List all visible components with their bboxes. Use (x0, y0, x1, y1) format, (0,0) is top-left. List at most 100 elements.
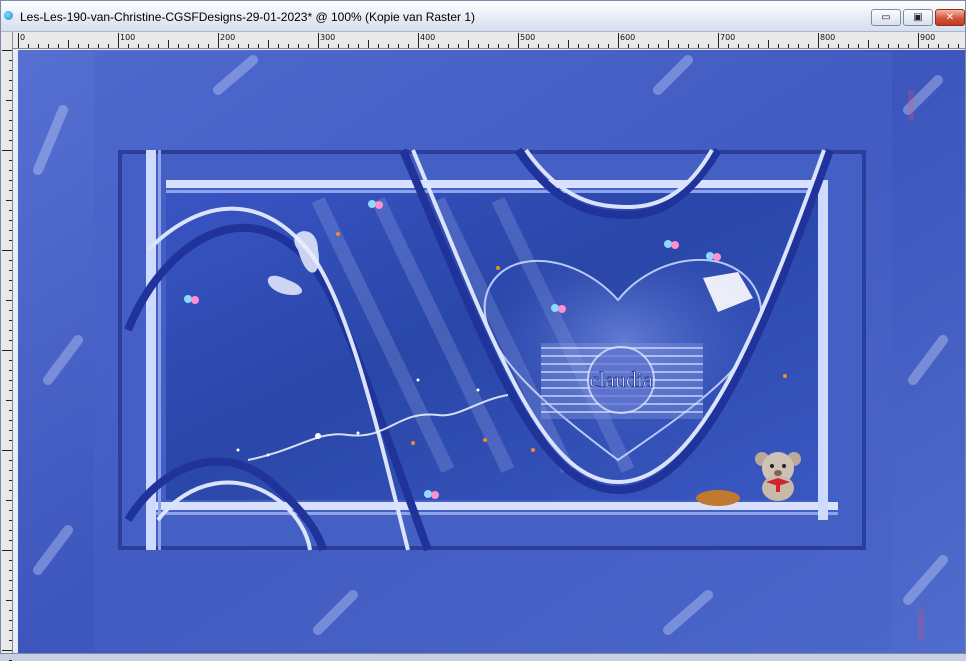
ruler-tick (368, 40, 369, 48)
ruler-tick (2, 250, 12, 251)
ruler-tick (868, 40, 869, 48)
ruler-tick (718, 33, 719, 48)
ruler-tick (68, 40, 69, 48)
ruler-tick (618, 33, 619, 48)
ruler-tick (658, 44, 659, 48)
ruler-tick (9, 340, 12, 341)
ruler-tick (58, 44, 59, 48)
ruler-tick (9, 390, 12, 391)
ruler-tick (2, 550, 12, 551)
ruler-tick (438, 44, 439, 48)
ruler-tick (228, 44, 229, 48)
ruler-tick (9, 440, 12, 441)
ruler-tick (698, 44, 699, 48)
ruler-tick (9, 90, 12, 91)
ruler-tick (9, 70, 12, 71)
ruler-tick (188, 44, 189, 48)
ruler-label: 800 (820, 33, 836, 42)
ruler-tick (6, 200, 12, 201)
ruler-tick (9, 410, 12, 411)
ruler-tick (48, 44, 49, 48)
ruler-tick (488, 44, 489, 48)
ruler-tick (518, 33, 519, 48)
ruler-tick (9, 140, 12, 141)
ruler-tick (108, 44, 109, 48)
ruler-label: 600 (620, 33, 636, 42)
ruler-tick (248, 44, 249, 48)
ruler-tick (6, 600, 12, 601)
ruler-tick (9, 430, 12, 431)
ruler-tick (9, 530, 12, 531)
ruler-tick (348, 44, 349, 48)
ruler-tick (238, 44, 239, 48)
ruler-tick (6, 100, 12, 101)
artwork: claudia (18, 50, 965, 653)
ruler-tick (918, 33, 919, 48)
ruler-tick (38, 44, 39, 48)
ruler-tick (2, 650, 12, 651)
ruler-tick (2, 50, 12, 51)
close-button[interactable]: ✕ (935, 9, 965, 26)
ruler-tick (268, 40, 269, 48)
ruler-tick (948, 44, 949, 48)
ruler-tick (28, 44, 29, 48)
ruler-tick (9, 180, 12, 181)
ruler-label: 0 (20, 33, 26, 42)
ruler-tick (738, 44, 739, 48)
minimize-button[interactable]: ▭ (871, 9, 901, 26)
ruler-tick (498, 44, 499, 48)
ruler-tick (9, 160, 12, 161)
ruler-tick (9, 470, 12, 471)
ruler-tick (958, 44, 959, 48)
ruler-tick (9, 570, 12, 571)
ruler-tick (9, 240, 12, 241)
ruler-tick (9, 170, 12, 171)
ruler-tick (18, 33, 19, 48)
ruler-tick (898, 44, 899, 48)
ruler-tick (278, 44, 279, 48)
ruler-tick (6, 500, 12, 501)
ruler-tick (9, 360, 12, 361)
ruler-tick (648, 44, 649, 48)
ruler-tick (178, 44, 179, 48)
ruler-tick (578, 44, 579, 48)
ruler-tick (638, 44, 639, 48)
ruler-label: 900 (920, 33, 936, 42)
ruler-tick (9, 540, 12, 541)
ruler-label: 300 (320, 33, 336, 42)
ruler-tick (9, 480, 12, 481)
ruler-tick (9, 380, 12, 381)
ruler-tick (558, 44, 559, 48)
ruler-tick (158, 44, 159, 48)
ruler-tick (9, 210, 12, 211)
ruler-tick (328, 44, 329, 48)
ruler-tick (9, 270, 12, 271)
ruler-tick (878, 44, 879, 48)
ruler-tick (78, 44, 79, 48)
ruler-tick (288, 44, 289, 48)
ruler-tick (9, 590, 12, 591)
ruler-tick (9, 610, 12, 611)
ruler-tick (818, 33, 819, 48)
ruler-tick (358, 44, 359, 48)
ruler-tick (468, 40, 469, 48)
ruler-tick (298, 44, 299, 48)
ruler-tick (828, 44, 829, 48)
ruler-tick (598, 44, 599, 48)
ruler-tick (448, 44, 449, 48)
ruler-tick (608, 44, 609, 48)
title-bar[interactable]: Les-Les-190-van-Christine-CGSFDesigns-29… (1, 1, 965, 32)
ruler-tick (138, 44, 139, 48)
image-canvas[interactable]: claudia (18, 50, 965, 653)
ruler-tick (198, 44, 199, 48)
ruler-tick (538, 44, 539, 48)
ruler-tick (768, 40, 769, 48)
ruler-tick (528, 44, 529, 48)
maximize-button[interactable]: ▣ (903, 9, 933, 26)
ruler-tick (6, 400, 12, 401)
window-title: Les-Les-190-van-Christine-CGSFDesigns-29… (20, 10, 476, 24)
ruler-tick (808, 44, 809, 48)
ruler-tick (6, 300, 12, 301)
ruler-tick (388, 44, 389, 48)
ruler-label: 200 (220, 33, 236, 42)
